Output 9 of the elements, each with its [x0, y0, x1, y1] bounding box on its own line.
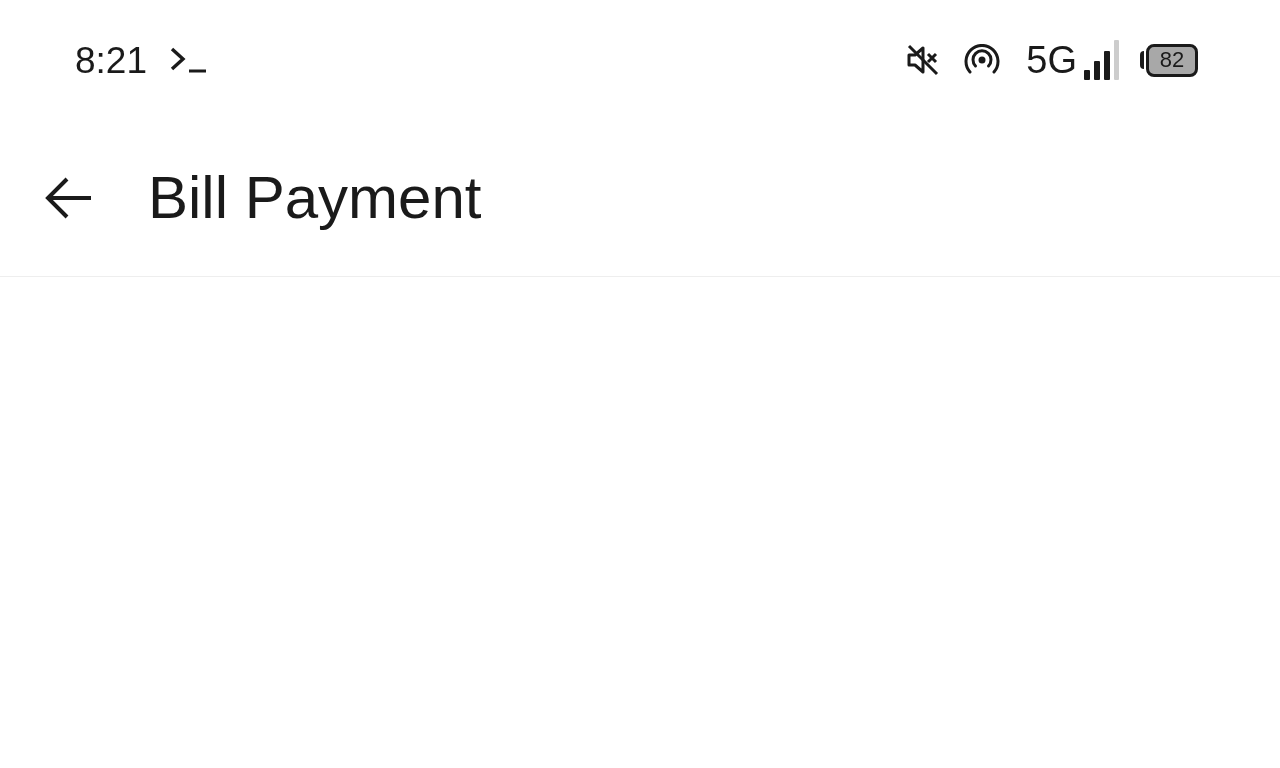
- network-type-label: 5G: [1026, 41, 1077, 79]
- terminal-prompt-icon: [169, 47, 207, 73]
- signal-bars-icon: [1082, 40, 1120, 80]
- speaker-muted-icon: [906, 43, 941, 77]
- hotspot-icon: [964, 44, 1001, 76]
- back-arrow-icon: [45, 176, 93, 220]
- battery-percentage: 82: [1159, 49, 1185, 71]
- page-title: Bill Payment: [148, 168, 482, 228]
- clock-time: 8:21: [75, 41, 147, 79]
